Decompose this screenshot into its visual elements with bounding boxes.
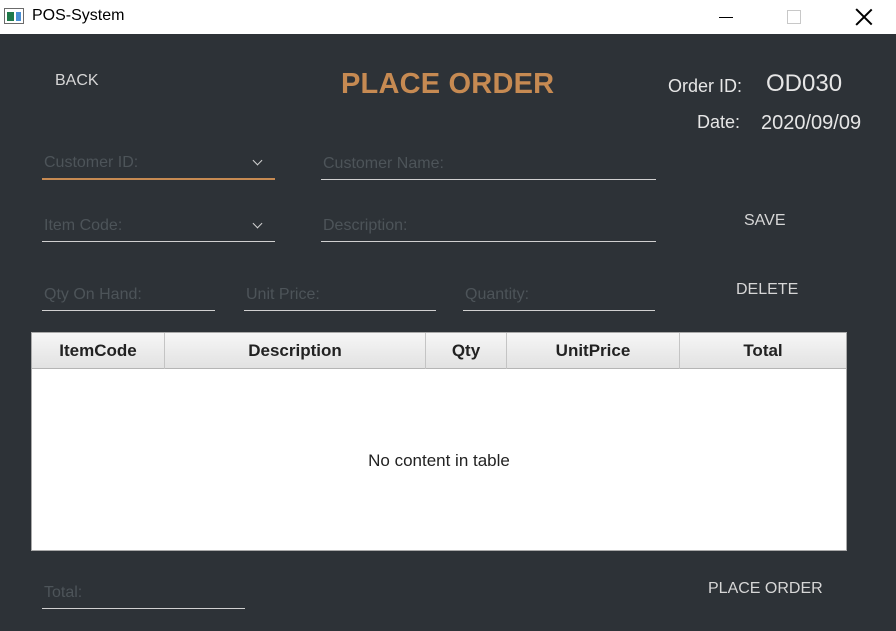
unit-price-input[interactable] (246, 286, 434, 304)
total-field[interactable] (42, 573, 245, 609)
quantity-input[interactable] (465, 286, 653, 304)
column-header-itemcode[interactable]: ItemCode (32, 333, 165, 369)
column-header-description[interactable]: Description (165, 333, 426, 369)
minimize-button[interactable] (703, 0, 749, 34)
column-header-total[interactable]: Total (680, 333, 846, 369)
place-order-panel: BACK PLACE ORDER Order ID: OD030 Date: 2… (0, 34, 896, 631)
save-button[interactable]: SAVE (744, 212, 786, 230)
app-window-icon (4, 8, 24, 24)
item-code-input[interactable] (44, 217, 273, 235)
table-header: ItemCode Description Qty UnitPrice Total (32, 333, 846, 369)
date-label: Date: (697, 112, 741, 132)
qty-on-hand-input[interactable] (44, 286, 213, 304)
close-icon (855, 8, 873, 26)
place-order-button[interactable]: PLACE ORDER (708, 580, 823, 598)
order-items-table[interactable]: ItemCode Description Qty UnitPrice Total… (31, 332, 847, 551)
quantity-field[interactable] (463, 275, 655, 311)
maximize-icon (787, 10, 801, 24)
qty-on-hand-field[interactable] (42, 275, 215, 311)
customer-name-input[interactable] (323, 155, 654, 173)
page-title: PLACE ORDER (341, 68, 555, 100)
window-title: POS-System (32, 7, 125, 24)
unit-price-field[interactable] (244, 275, 436, 311)
back-button[interactable]: BACK (55, 72, 99, 90)
maximize-button[interactable] (771, 0, 817, 34)
customer-name-field[interactable] (321, 144, 656, 180)
date-value: 2020/09/09 (761, 112, 862, 134)
window-title-bar: POS-System (0, 0, 896, 34)
description-input[interactable] (323, 217, 654, 235)
description-field[interactable] (321, 206, 656, 242)
item-code-combobox[interactable] (42, 206, 275, 242)
order-id-label: Order ID: (668, 76, 743, 96)
close-button[interactable] (841, 0, 887, 34)
minimize-icon (719, 16, 733, 18)
customer-id-input[interactable] (44, 154, 273, 172)
delete-button[interactable]: DELETE (736, 281, 798, 299)
customer-id-combobox[interactable] (42, 144, 275, 180)
column-header-qty[interactable]: Qty (426, 333, 507, 369)
order-id-value: OD030 (766, 70, 843, 97)
total-input[interactable] (44, 584, 243, 602)
table-empty-message: No content in table (368, 451, 510, 470)
column-header-unitprice[interactable]: UnitPrice (507, 333, 680, 369)
